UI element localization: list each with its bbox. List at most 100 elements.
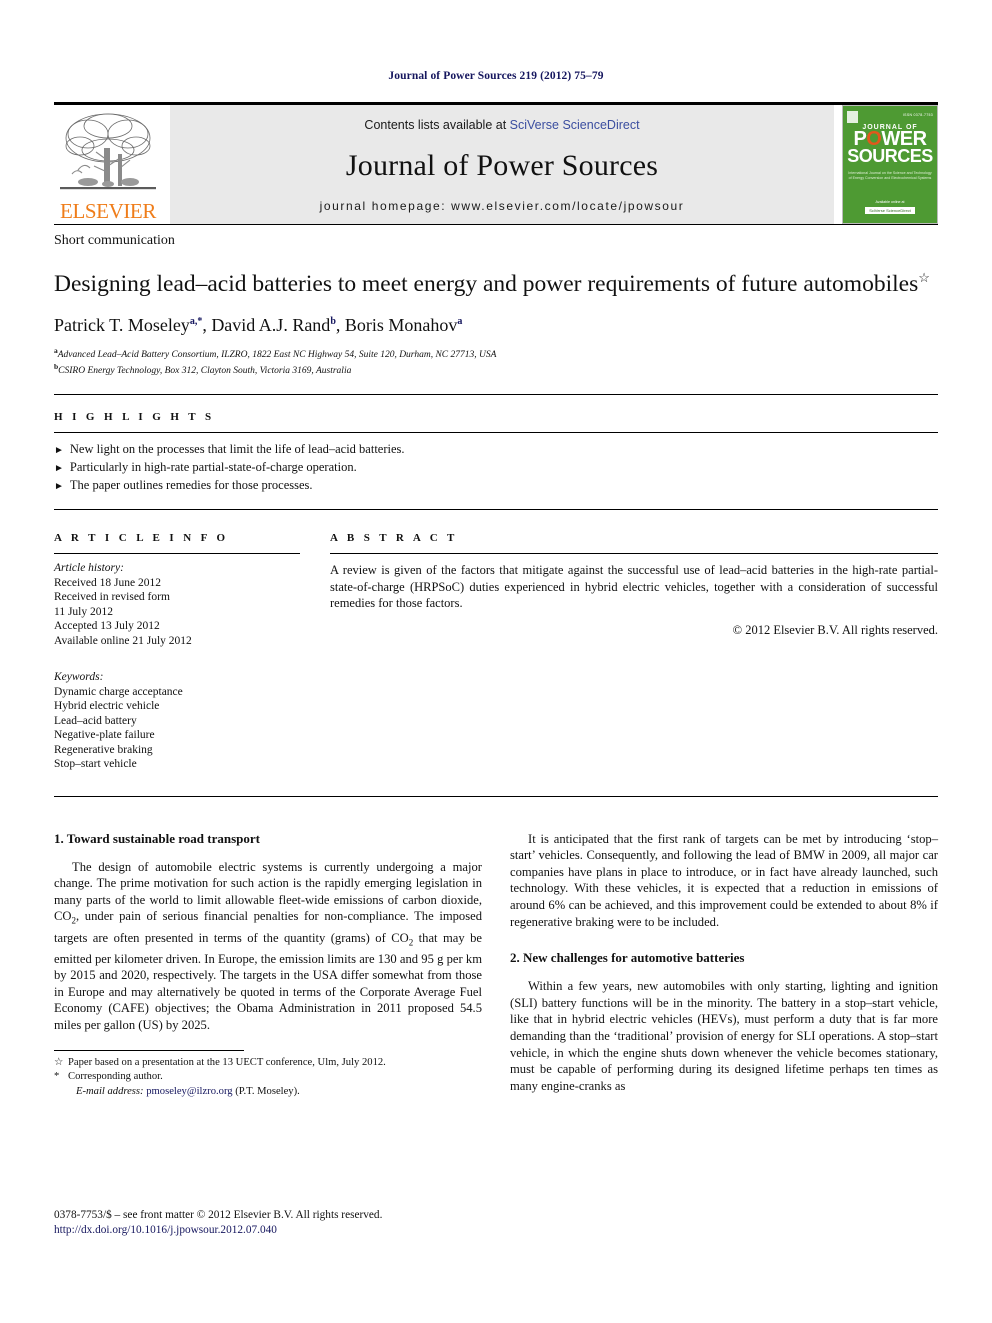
keyword-item: Negative-plate failure [54,729,155,742]
doi-link[interactable]: http://dx.doi.org/10.1016/j.jpowsour.201… [54,1223,382,1238]
affiliation-item: aAdvanced Lead–Acid Battery Consortium, … [54,345,938,362]
highlights-heading: H I G H L I G H T S [54,411,215,424]
sciencedirect-link[interactable]: SciVerse ScienceDirect [510,118,640,132]
section-1-heading: 1. Toward sustainable road transport [54,830,260,846]
article-info-rule [54,553,300,555]
history-item: Accepted 13 July 2012 [54,620,160,633]
history-item: Available online 21 July 2012 [54,634,192,647]
highlights-bottom-rule [54,509,938,511]
right-column-paragraph: It is anticipated that the first rank of… [510,831,938,929]
journal-masthead: ELSEVIER Contents lists available at Sci… [54,102,938,224]
affiliation-text: CSIRO Energy Technology, Box 312, Clayto… [58,366,352,377]
keyword-item: Dynamic charge acceptance [54,685,183,698]
bullet-arrow-icon: ► [54,463,64,475]
abstract-rule [330,553,938,555]
footnote-text: Paper based on a presentation at the 13 … [68,1056,386,1068]
highlight-text: Particularly in high-rate partial-state-… [69,460,357,475]
abstract-copyright: © 2012 Elsevier B.V. All rights reserved… [732,622,938,637]
cover-footer: Available online at SciVerse ScienceDire… [865,200,915,214]
history-item: Received 18 June 2012 [54,576,161,589]
article-info-heading: A R T I C L E I N F O [54,532,229,545]
info-abstract-row: A R T I C L E I N F O Article history: R… [54,532,938,772]
page-title: Designing lead–acid batteries to meet en… [54,263,938,299]
affiliation-bottom-rule [54,394,938,396]
keyword-item: Lead–acid battery [54,714,137,727]
author-list: Patrick T. Moseleya,*, David A.J. Randb,… [54,314,463,335]
keyword-item: Hybrid electric vehicle [54,700,160,713]
abstract-text: A review is given of the factors that mi… [330,563,938,611]
footnote-text: Corresponding author. [68,1071,163,1083]
contents-prefix: Contents lists available at [364,118,510,132]
section-2-heading: 2. New challenges for automotive batteri… [510,950,745,966]
section-1-paragraph: The design of automobile electric system… [54,859,482,1033]
cover-issn: ISSN 0378-7753 [902,113,933,117]
highlights-rule [54,432,938,434]
affiliation-list: aAdvanced Lead–Acid Battery Consortium, … [54,345,938,378]
cover-word-sources: SOURCES [847,146,933,166]
body-columns: 1. Toward sustainable road transport The… [54,831,938,1099]
email-label: E-mail address: [76,1085,144,1097]
highlight-text: New light on the processes that limit th… [69,442,405,457]
article-title-text: Designing lead–acid batteries to meet en… [54,270,919,297]
cover-footer-box: SciVerse ScienceDirect [865,207,915,214]
contents-available-line: Contents lists available at SciVerse Sci… [364,118,639,132]
keyword-item: Regenerative braking [54,743,153,756]
journal-title: Journal of Power Sources [345,148,659,182]
email-link[interactable]: pmoseley@ilzro.org [146,1086,232,1097]
cover-elsevier-mark-icon [847,111,858,123]
masthead-bottom-rule [54,224,938,225]
author-marks: a [457,315,463,327]
cover-subtitle: International Journal on the Science and… [848,171,932,180]
footnote-item: * Corresponding author. [54,1070,482,1085]
elsevier-logo: ELSEVIER [54,105,162,224]
title-footnote-marker: ☆ [918,270,930,285]
highlights-section: H I G H L I G H T S ► New light on the pr… [54,411,938,495]
abstract-heading: A B S T R A C T [330,532,458,545]
journal-cover-thumbnail[interactable]: ISSN 0378-7753 JOURNAL OF POWER SOURCES … [842,105,938,224]
article-info-column: A R T I C L E I N F O Article history: R… [54,532,300,772]
bullet-arrow-icon: ► [54,481,64,493]
author-name: Patrick T. Moseley [54,314,190,335]
cover-top-row: ISSN 0378-7753 [847,111,933,123]
abstract-bottom-rule [54,795,938,797]
affiliation-text: Advanced Lead–Acid Battery Consortium, I… [57,349,497,360]
history-item: Received in revised form [54,591,170,604]
bullet-arrow-icon: ► [54,445,64,457]
keywords-block: Keywords: Dynamic charge acceptance Hybr… [54,670,300,772]
footnote-list: ☆ Paper based on a presentation at the 13… [54,1056,482,1100]
author-marks: a,* [189,315,203,327]
author-name: David A.J. Rand [211,314,331,335]
keyword-item: Stop–start vehicle [54,758,137,771]
masthead-center-panel: Contents lists available at SciVerse Sci… [170,105,834,224]
list-item: ► Particularly in high-rate partial-state… [54,459,938,477]
author-marks: b [330,315,336,327]
list-item: ► The paper outlines remedies for those p… [54,477,938,495]
body-column-left: 1. Toward sustainable road transport The… [54,831,482,1099]
email-owner: (P.T. Moseley). [235,1085,300,1097]
elsevier-wordmark: ELSEVIER [60,199,156,223]
article-history-label: Article history: [54,562,124,575]
body-column-right: It is anticipated that the first rank of… [510,831,938,1099]
footnote-marker: * [54,1071,60,1083]
section-2-paragraph: Within a few years, new automobiles with… [510,979,938,1093]
article-history: Article history: Received 18 June 2012 R… [54,561,300,648]
history-item: 11 July 2012 [54,605,113,618]
article-page: Journal of Power Sources 219 (2012) 75–7… [0,0,992,1323]
highlight-text: The paper outlines remedies for those pr… [69,478,313,493]
affiliation-item: bCSIRO Energy Technology, Box 312, Clayt… [54,361,938,378]
list-item: ► New light on the processes that limit t… [54,441,938,459]
elsevier-tree-icon [60,113,156,190]
footnote-marker: ☆ [54,1056,64,1068]
cover-footer-note: Available online at [875,200,905,204]
issn-copyright-line: 0378-7753/$ – see front matter © 2012 El… [54,1209,383,1221]
keywords-label: Keywords: [54,671,104,684]
author-name: Boris Monahov [344,314,458,335]
page-footer: 0378-7753/$ – see front matter © 2012 El… [54,1208,382,1238]
footnote-item: ☆ Paper based on a presentation at the 13… [54,1056,482,1071]
running-head: Journal of Power Sources 219 (2012) 75–7… [388,70,604,82]
email-footnote: E-mail address: pmoseley@ilzro.org (P.T.… [54,1085,482,1100]
journal-homepage-link[interactable]: journal homepage: www.elsevier.com/locat… [320,199,685,213]
highlights-list: ► New light on the processes that limit t… [54,441,938,495]
article-type: Short communication [54,233,175,248]
abstract-column: A B S T R A C T A review is given of the… [330,532,938,772]
